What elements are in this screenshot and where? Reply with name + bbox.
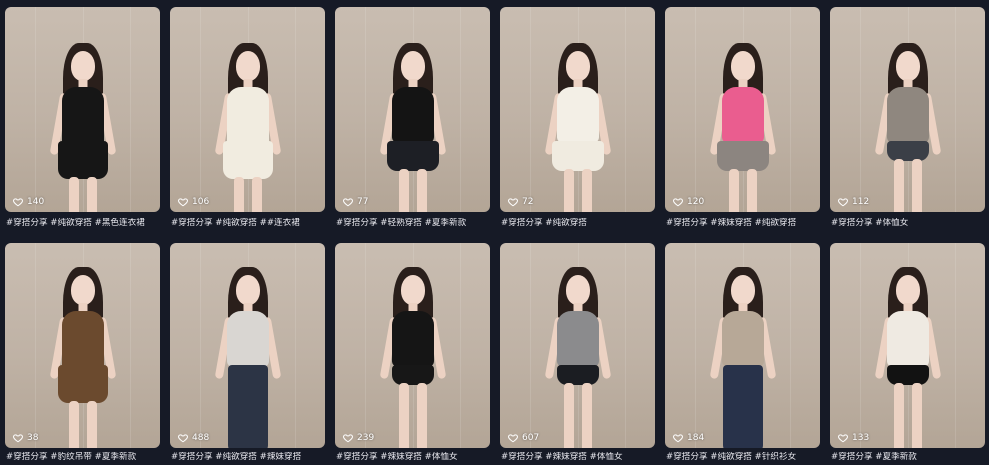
like-count[interactable]: 140 <box>13 197 44 207</box>
heart-icon[interactable] <box>838 433 848 443</box>
hashtag-caption[interactable]: #穿搭分享 #辣妹穿搭 #体恤女 <box>336 452 496 463</box>
model-figure <box>693 267 793 448</box>
model-figure <box>33 267 133 448</box>
outfit-card[interactable]: 184 #穿搭分享 #纯欲穿搭 #针织衫女 <box>665 243 820 462</box>
outfit-photo[interactable]: 112 <box>830 7 985 212</box>
heart-icon[interactable] <box>343 433 353 443</box>
outfit-photo[interactable]: 607 <box>500 243 655 448</box>
heart-icon[interactable] <box>178 197 188 207</box>
heart-icon[interactable] <box>343 197 353 207</box>
hashtag-caption[interactable]: #穿搭分享 #体恤女 <box>831 218 989 229</box>
like-count[interactable]: 77 <box>343 197 368 207</box>
hashtag-caption[interactable]: #穿搭分享 #纯欲穿搭 #黑色连衣裙 <box>6 218 166 229</box>
like-count-value: 184 <box>687 433 705 443</box>
hashtag-caption[interactable]: #穿搭分享 #纯欲穿搭 <box>501 218 661 229</box>
outfit-photo[interactable]: 239 <box>335 243 490 448</box>
outfit-photo[interactable]: 77 <box>335 7 490 212</box>
model-figure <box>33 43 133 212</box>
hashtag-caption[interactable]: #穿搭分享 #辣妹穿搭 #纯欲穿搭 <box>666 218 826 229</box>
outfit-photo[interactable]: 140 <box>5 7 160 212</box>
like-count[interactable]: 184 <box>673 433 704 443</box>
heart-icon[interactable] <box>673 197 683 207</box>
hashtag-caption[interactable]: #穿搭分享 #夏季新款 <box>831 452 989 463</box>
heart-icon[interactable] <box>838 197 848 207</box>
outfit-card[interactable]: 106 #穿搭分享 #纯欲穿搭 ##连衣裙 <box>170 7 325 228</box>
model-figure <box>198 267 298 448</box>
model-figure <box>198 43 298 212</box>
outfit-photo[interactable]: 133 <box>830 243 985 448</box>
hashtag-caption[interactable]: #穿搭分享 #纯欲穿搭 ##连衣裙 <box>171 218 331 229</box>
outfit-photo[interactable]: 38 <box>5 243 160 448</box>
like-count-value: 239 <box>357 433 375 443</box>
like-count-value: 106 <box>192 197 210 207</box>
outfit-photo[interactable]: 106 <box>170 7 325 212</box>
model-figure <box>693 43 793 212</box>
model-figure <box>858 267 958 448</box>
like-count-value: 38 <box>27 433 39 443</box>
outfit-card[interactable]: 488 #穿搭分享 #纯欲穿搭 #辣妹穿搭 <box>170 243 325 462</box>
like-count[interactable]: 133 <box>838 433 869 443</box>
like-count[interactable]: 239 <box>343 433 374 443</box>
outfit-photo[interactable]: 488 <box>170 243 325 448</box>
model-figure <box>363 267 463 448</box>
outfit-card[interactable]: 607 #穿搭分享 #辣妹穿搭 #体恤女 <box>500 243 655 462</box>
like-count[interactable]: 607 <box>508 433 539 443</box>
like-count[interactable]: 120 <box>673 197 704 207</box>
like-count-value: 488 <box>192 433 210 443</box>
heart-icon[interactable] <box>178 433 188 443</box>
outfit-card[interactable]: 77 #穿搭分享 #轻熟穿搭 #夏季新款 <box>335 7 490 228</box>
heart-icon[interactable] <box>508 433 518 443</box>
outfit-card[interactable]: 120 #穿搭分享 #辣妹穿搭 #纯欲穿搭 <box>665 7 820 228</box>
like-count[interactable]: 112 <box>838 197 869 207</box>
like-count[interactable]: 38 <box>13 433 38 443</box>
hashtag-caption[interactable]: #穿搭分享 #纯欲穿搭 #辣妹穿搭 <box>171 452 331 463</box>
hashtag-caption[interactable]: #穿搭分享 #辣妹穿搭 #体恤女 <box>501 452 661 463</box>
outfit-card[interactable]: 133 #穿搭分享 #夏季新款 <box>830 243 985 462</box>
hashtag-caption[interactable]: #穿搭分享 #轻熟穿搭 #夏季新款 <box>336 218 496 229</box>
heart-icon[interactable] <box>673 433 683 443</box>
model-figure <box>858 43 958 212</box>
like-count-value: 120 <box>687 197 705 207</box>
model-figure <box>528 43 628 212</box>
hashtag-caption[interactable]: #穿搭分享 #纯欲穿搭 #针织衫女 <box>666 452 826 463</box>
outfit-grid: 140 #穿搭分享 #纯欲穿搭 #黑色连衣裙 106 #穿搭分享 #纯欲穿搭 ##连衣… <box>0 0 989 465</box>
outfit-photo[interactable]: 120 <box>665 7 820 212</box>
outfit-photo[interactable]: 184 <box>665 243 820 448</box>
like-count-value: 140 <box>27 197 45 207</box>
outfit-card[interactable]: 140 #穿搭分享 #纯欲穿搭 #黑色连衣裙 <box>5 7 160 228</box>
outfit-photo[interactable]: 72 <box>500 7 655 212</box>
heart-icon[interactable] <box>13 197 23 207</box>
like-count[interactable]: 72 <box>508 197 533 207</box>
outfit-card[interactable]: 38 #穿搭分享 #豹纹吊带 #夏季新款 <box>5 243 160 462</box>
like-count-value: 607 <box>522 433 540 443</box>
outfit-card[interactable]: 72 #穿搭分享 #纯欲穿搭 <box>500 7 655 228</box>
like-count[interactable]: 488 <box>178 433 209 443</box>
outfit-card[interactable]: 112 #穿搭分享 #体恤女 <box>830 7 985 228</box>
heart-icon[interactable] <box>13 433 23 443</box>
like-count[interactable]: 106 <box>178 197 209 207</box>
like-count-value: 112 <box>852 197 870 207</box>
model-figure <box>363 43 463 212</box>
like-count-value: 77 <box>357 197 369 207</box>
like-count-value: 133 <box>852 433 870 443</box>
like-count-value: 72 <box>522 197 534 207</box>
model-figure <box>528 267 628 448</box>
outfit-card[interactable]: 239 #穿搭分享 #辣妹穿搭 #体恤女 <box>335 243 490 462</box>
heart-icon[interactable] <box>508 197 518 207</box>
hashtag-caption[interactable]: #穿搭分享 #豹纹吊带 #夏季新款 <box>6 452 166 463</box>
